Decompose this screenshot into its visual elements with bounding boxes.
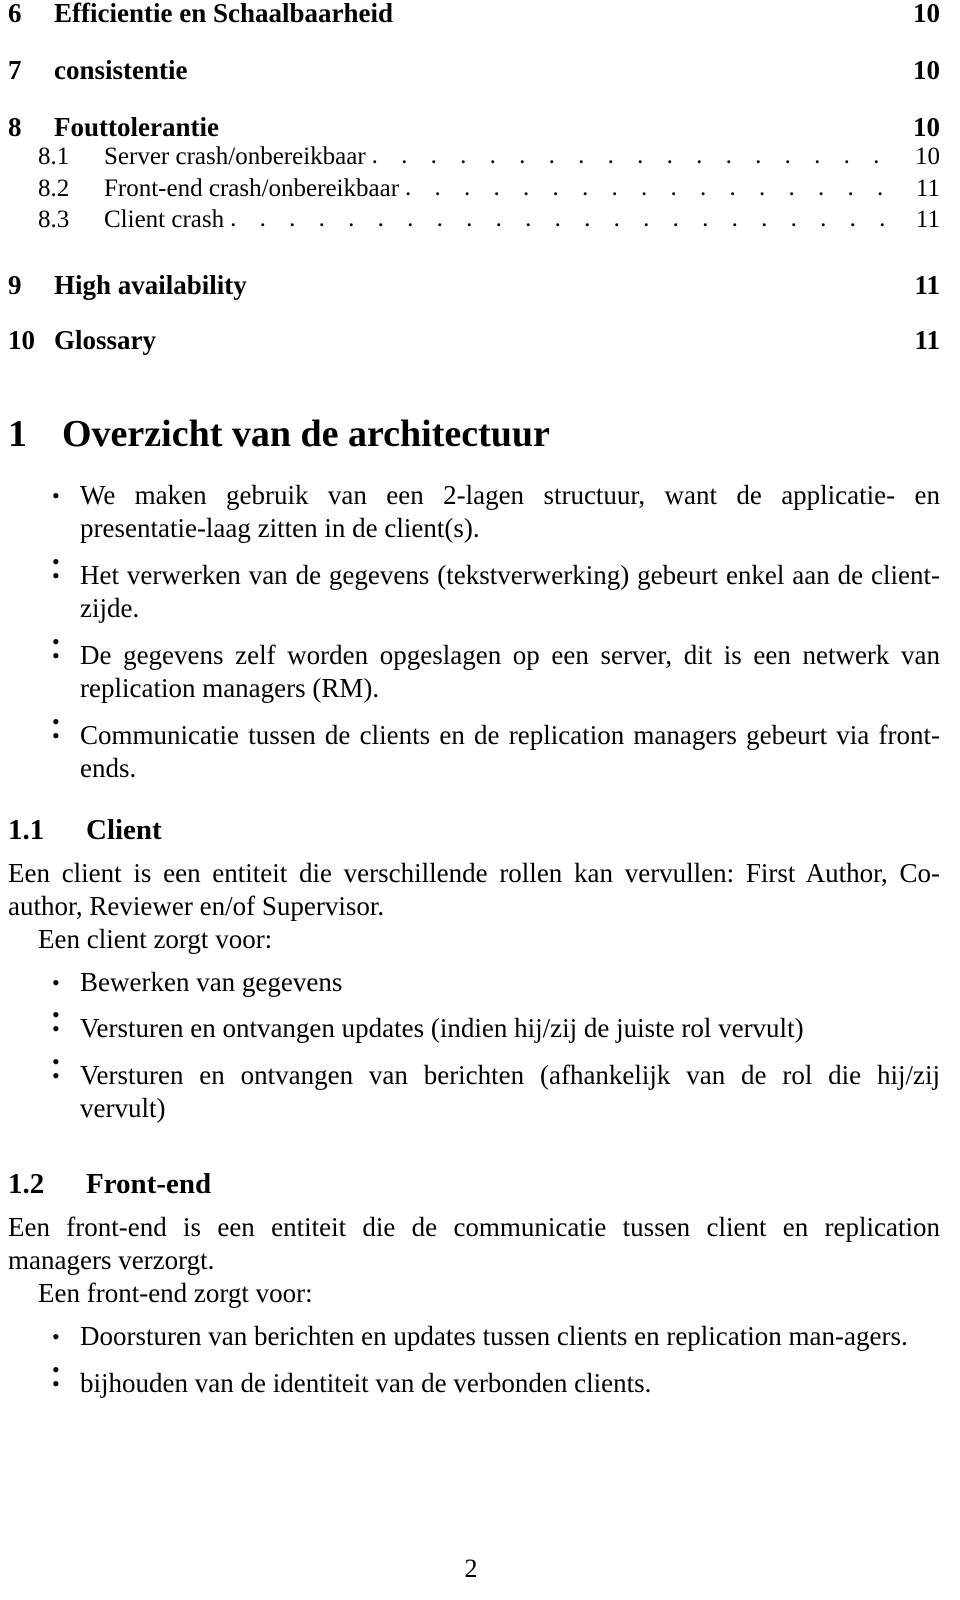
toc-entry-9[interactable]: 9 High availability . . . . . . . . . . … xyxy=(8,269,940,300)
subsection-title: Front-end xyxy=(86,1168,212,1201)
document-page: 6 Efficientie en Schaalbaarheid . . . . … xyxy=(0,0,960,1600)
toc-entry-6[interactable]: 6 Efficientie en Schaalbaarheid . . . . … xyxy=(8,0,940,27)
toc-title: High availability xyxy=(54,269,247,300)
subsection-number: 1.2 xyxy=(8,1168,45,1201)
list-item: We maken gebruik van een 2-lagen structu… xyxy=(8,479,940,545)
spacer xyxy=(8,998,940,1031)
section-number: 1 xyxy=(8,412,27,455)
toc-page-number: 10 xyxy=(913,0,940,28)
toc-entry-10[interactable]: 10 Glossary . . . . . . . . . . . . . . … xyxy=(8,324,940,355)
list-item: Versturen en ontvangen van berichten (af… xyxy=(8,1059,940,1125)
toc-entry-8-1[interactable]: 8.1 Server crash/onbereikbaar . . . . . … xyxy=(8,141,940,173)
toc-entry-7[interactable]: 7 consistentie . . . . . . . . . . . . .… xyxy=(8,57,940,84)
subsection-heading-1-1: 1.1 Client xyxy=(8,813,940,847)
toc-page-number: 11 xyxy=(915,206,940,233)
toc-spacer xyxy=(8,236,940,272)
toc-title: Client crash xyxy=(104,206,225,233)
toc-number: 10 xyxy=(8,324,35,355)
toc-title: Fouttolerantie xyxy=(54,112,219,142)
toc-number: 8.2 xyxy=(38,174,70,202)
toc-number: 9 xyxy=(8,269,22,300)
spacer xyxy=(8,705,940,738)
toc-number: 8 xyxy=(8,112,22,142)
toc-title: Efficientie en Schaalbaarheid xyxy=(54,0,393,28)
toc-number: 7 xyxy=(8,55,22,85)
toc-number: 8.3 xyxy=(38,206,70,233)
toc-page-number: 10 xyxy=(913,55,940,85)
toc-entry-8-2[interactable]: 8.2 Front-end crash/onbereikbaar . . . .… xyxy=(8,173,940,205)
paragraph-1-1: Een client is een entiteit die verschill… xyxy=(8,857,940,921)
toc-title: Front-end crash/onbereikbaar xyxy=(104,174,400,202)
toc-page-number: 10 xyxy=(913,112,940,142)
list-item: Versturen en ontvangen updates (indien h… xyxy=(8,1012,940,1045)
lead-in-1-1: Een client zorgt voor: xyxy=(38,923,273,954)
section1-bullet-list: We maken gebruik van een 2-lagen structu… xyxy=(8,479,940,785)
list-item: bijhouden van de identiteit van de verbo… xyxy=(8,1367,940,1400)
toc-page-number: 11 xyxy=(914,269,940,300)
toc-page-number: 11 xyxy=(914,324,940,355)
spacer xyxy=(8,1353,940,1386)
section-heading-1: 1 Overzicht van de architectuur xyxy=(8,412,940,456)
subsection-number: 1.1 xyxy=(8,813,45,846)
list-item: Doorsturen van berichten en updates tuss… xyxy=(8,1320,940,1353)
paragraph-1-2: Een front-end is een entiteit die de com… xyxy=(8,1212,940,1276)
toc-page-number: 11 xyxy=(915,174,940,202)
list-item: De gegevens zelf worden opgeslagen op ee… xyxy=(8,639,940,705)
toc-entry-8-3[interactable]: 8.3 Client crash . . . . . . . . . . . .… xyxy=(8,204,940,236)
list-item: Het verwerken van de gegevens (tekstverw… xyxy=(8,559,940,625)
subsection-1-1-bullet-list: Bewerken van gegevens Versturen en ontva… xyxy=(8,966,940,1126)
toc-title: Glossary xyxy=(54,324,157,355)
toc-dot-leader: . . . . . . . . . . . . . . . . . . . . … xyxy=(371,142,894,169)
toc-spacer xyxy=(8,84,940,114)
toc-dot-leader: . . . . . . . . . . . . . . . . . . . . … xyxy=(405,173,894,201)
section-title: Overzicht van de architectuur xyxy=(62,412,550,455)
spacer xyxy=(8,545,940,578)
toc-number: 8.1 xyxy=(38,143,70,170)
page-number: 2 xyxy=(464,1554,478,1583)
subsection-1-2-bullet-list: Doorsturen van berichten en updates tuss… xyxy=(8,1320,940,1400)
page-footer: 2 xyxy=(0,1554,960,1584)
list-item: Communicatie tussen de clients en de rep… xyxy=(8,719,940,785)
lead-in-1-2: Een front-end zorgt voor: xyxy=(38,1278,313,1309)
subsection-heading-1-2: 1.2 Front-end xyxy=(8,1168,940,1201)
toc-spacer xyxy=(8,27,940,57)
subsection-title: Client xyxy=(86,813,162,846)
toc-spacer xyxy=(8,299,940,327)
toc-title: Server crash/onbereikbaar xyxy=(104,143,366,170)
spacer xyxy=(8,1045,940,1078)
toc-title: consistentie xyxy=(54,55,188,85)
table-of-contents: 6 Efficientie en Schaalbaarheid . . . . … xyxy=(8,0,940,354)
spacer xyxy=(8,625,940,658)
toc-number: 6 xyxy=(8,0,22,28)
toc-page-number: 10 xyxy=(915,143,940,170)
list-item: Bewerken van gegevens xyxy=(8,966,940,999)
toc-entry-8[interactable]: 8 Fouttolerantie . . . . . . . . . . . .… xyxy=(8,114,940,141)
toc-dot-leader: . . . . . . . . . . . . . . . . . . . . … xyxy=(230,205,894,232)
